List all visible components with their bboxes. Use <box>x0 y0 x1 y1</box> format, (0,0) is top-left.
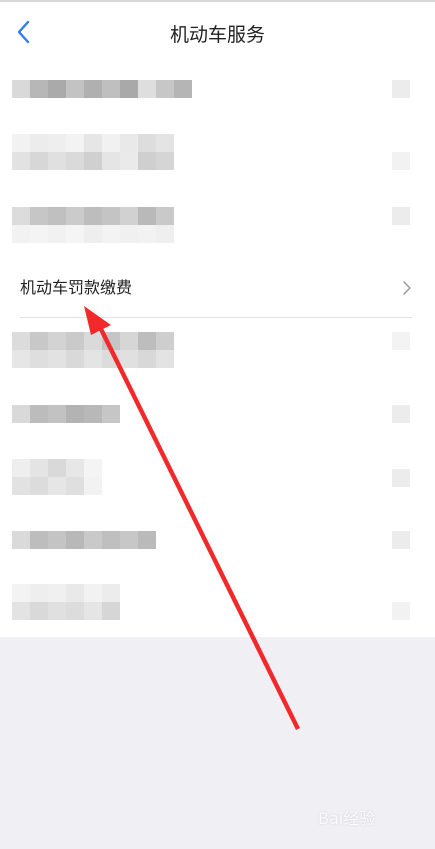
nav-header: 机动车服务 <box>0 2 435 62</box>
list-item-blurred[interactable] <box>0 531 435 551</box>
list-item-blurred[interactable] <box>0 80 435 120</box>
pixelated-text <box>12 405 120 423</box>
list-item-vehicle-fine-payment[interactable]: 机动车罚款缴费 <box>0 259 435 319</box>
page-title: 机动车服务 <box>169 24 265 46</box>
service-list: 机动车罚款缴费 <box>0 62 435 637</box>
chevron-right-icon <box>403 281 411 295</box>
chevron-right-icon <box>392 152 410 170</box>
pixelated-text <box>12 584 120 620</box>
list-item-blurred[interactable] <box>0 459 435 499</box>
pixelated-text <box>12 332 174 368</box>
divider <box>20 317 412 318</box>
pixelated-text <box>12 134 174 170</box>
chevron-right-icon <box>392 405 410 423</box>
chevron-right-icon <box>392 80 410 98</box>
list-item-blurred[interactable] <box>0 134 435 184</box>
chevron-right-icon <box>392 332 410 350</box>
list-item-blurred[interactable] <box>0 207 435 247</box>
baidu-watermark: Bai经验 <box>318 809 376 828</box>
chevron-right-icon <box>392 602 410 620</box>
pixelated-text <box>12 531 156 549</box>
pixelated-text <box>12 207 174 243</box>
chevron-right-icon <box>392 207 410 225</box>
list-item-blurred[interactable] <box>0 584 435 624</box>
list-item-blurred[interactable] <box>0 405 435 425</box>
list-item-label: 机动车罚款缴费 <box>20 278 133 297</box>
chevron-right-icon <box>392 469 410 487</box>
pixelated-text <box>12 80 192 98</box>
list-item-blurred[interactable] <box>0 332 435 372</box>
chevron-right-icon <box>392 531 410 549</box>
pixelated-text <box>12 459 102 495</box>
